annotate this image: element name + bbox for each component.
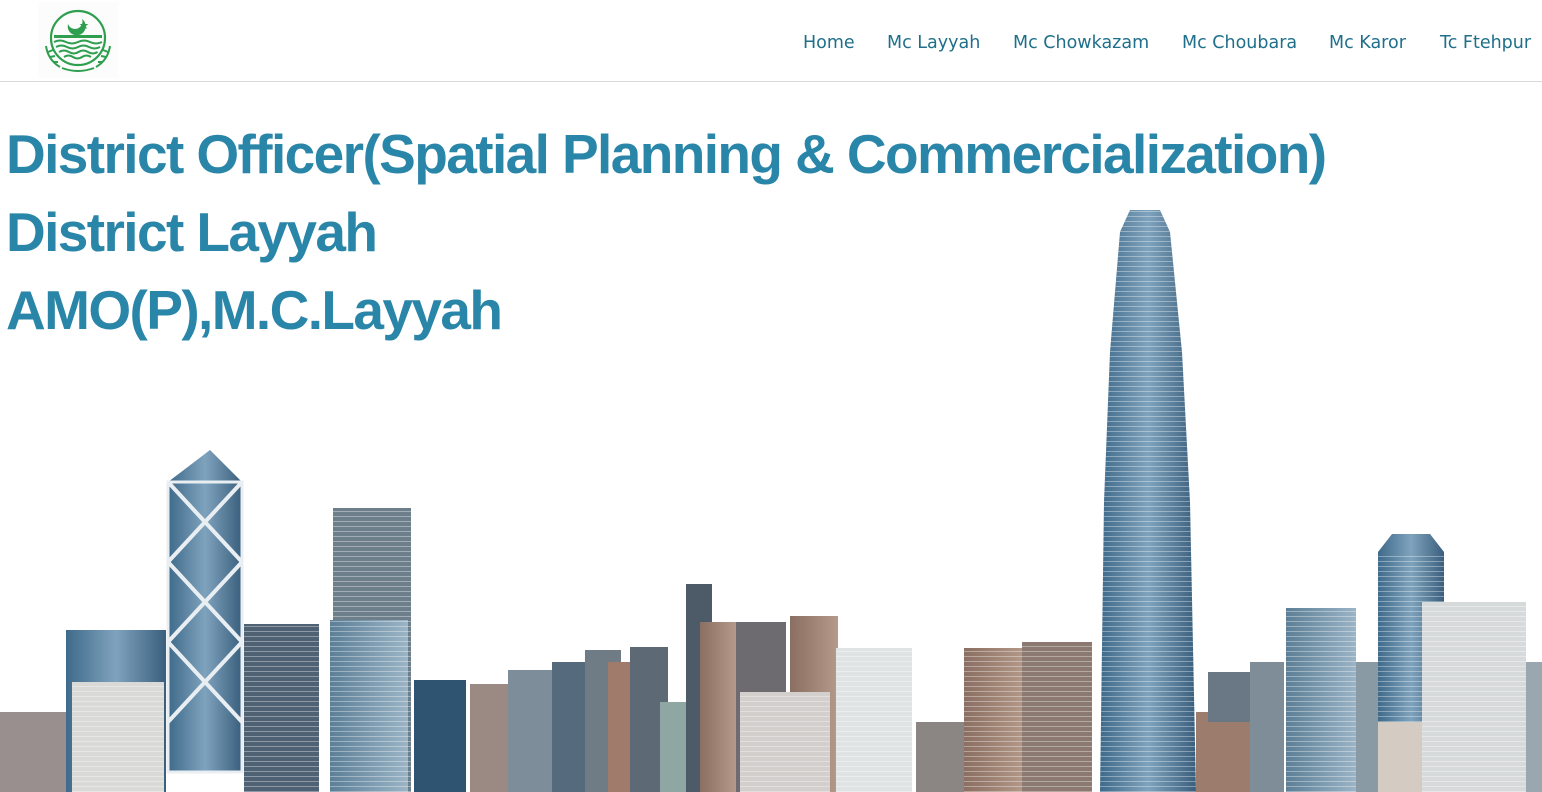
city-skyline-image xyxy=(0,210,1542,792)
site-header: Home Mc Layyah Mc Chowkazam Mc Choubara … xyxy=(0,0,1542,82)
hero-title-line-1: District Officer(Spatial Planning & Comm… xyxy=(6,123,1327,185)
nav-mc-layyah[interactable]: Mc Layyah xyxy=(887,33,980,53)
nav-mc-choubara[interactable]: Mc Choubara xyxy=(1182,33,1297,53)
nav-tc-ftehpur[interactable]: Tc Ftehpur xyxy=(1440,33,1531,53)
hero-title-line-2: District Layyah xyxy=(6,201,378,263)
nav-mc-karor[interactable]: Mc Karor xyxy=(1329,33,1406,53)
nav-mc-chowkazam[interactable]: Mc Chowkazam xyxy=(1013,33,1149,53)
nav-home[interactable]: Home xyxy=(803,33,855,53)
hero-title-line-3: AMO(P),M.C.Layyah xyxy=(6,279,503,341)
punjab-emblem-icon[interactable] xyxy=(38,2,118,78)
hero-banner: District Officer(Spatial Planning & Comm… xyxy=(0,82,1542,792)
